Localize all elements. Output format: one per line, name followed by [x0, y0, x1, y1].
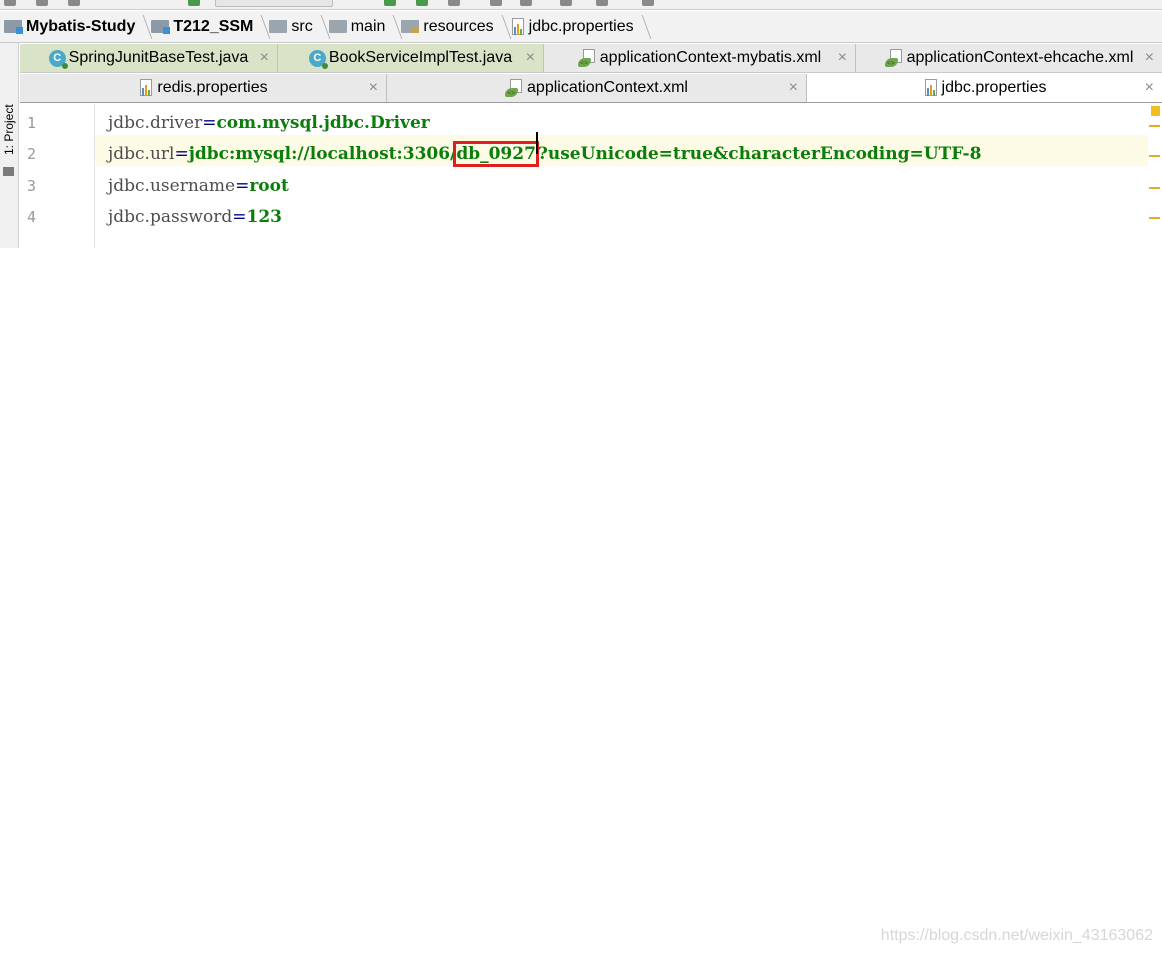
close-icon[interactable]: × [369, 79, 378, 97]
tab-applicationcontext-mybatis[interactable]: <> applicationContext-mybatis.xml × [544, 44, 856, 72]
property-key: jdbc.url [108, 143, 175, 164]
tab-label: applicationContext-mybatis.xml [599, 49, 822, 66]
save-icon[interactable] [642, 0, 654, 6]
highlighted-database-name: db_0927 [453, 140, 539, 167]
line-number: 3 [27, 177, 37, 195]
property-value: root [249, 175, 289, 196]
breadcrumb-label: resources [423, 17, 494, 35]
property-value: 123 [246, 206, 282, 227]
close-icon[interactable]: × [838, 49, 847, 67]
property-key: jdbc.username [108, 175, 236, 196]
warning-marker[interactable] [1149, 187, 1160, 189]
run-config-selector[interactable] [215, 0, 333, 7]
tab-label: BookServiceImplTest.java [328, 49, 513, 66]
breadcrumb-label: jdbc.properties [528, 17, 634, 35]
breadcrumb-item-module[interactable]: T212_SSM [151, 11, 269, 43]
close-icon[interactable]: × [1145, 49, 1154, 67]
resources-folder-icon [401, 20, 420, 33]
tab-label: applicationContext.xml [527, 79, 688, 96]
spring-xml-icon: <> [577, 49, 598, 67]
line-number: 1 [27, 114, 37, 132]
toolbar-icon[interactable] [490, 0, 502, 6]
property-value: ?useUnicode=true&characterEncoding=UTF-8 [537, 143, 982, 164]
properties-file-icon [138, 79, 154, 97]
toolbar-icon[interactable] [36, 0, 48, 6]
warning-marker[interactable] [1149, 155, 1160, 157]
breadcrumb-item-main[interactable]: main [328, 11, 402, 43]
project-folder-icon [3, 167, 14, 176]
toolbar-icon[interactable] [4, 0, 16, 6]
tab-bookserviceimpltest[interactable]: C BookServiceImplTest.java × [278, 44, 544, 72]
breadcrumb-item-resources[interactable]: resources [401, 11, 509, 43]
close-icon[interactable]: × [260, 49, 269, 67]
assign-operator: = [235, 175, 250, 196]
code-line[interactable]: jdbc.url = jdbc:mysql://localhost:3306/db_… [108, 131, 982, 169]
stop-icon[interactable] [448, 0, 460, 6]
watermark: https://blog.csdn.net/weixin_43163062 [880, 927, 1153, 944]
tab-label: SpringJunitBaseTest.java [68, 49, 249, 66]
breadcrumb-label: T212_SSM [173, 17, 254, 35]
java-class-icon: C [308, 49, 328, 69]
breadcrumb-item-src[interactable]: src [269, 11, 328, 43]
tab-jdbc-properties[interactable]: jdbc.properties × [807, 74, 1162, 102]
main-toolbar [0, 0, 1162, 10]
tab-label: applicationContext-ehcache.xml [906, 49, 1134, 66]
folder-icon [328, 20, 347, 33]
debug-icon[interactable] [416, 0, 428, 6]
line-number: 4 [27, 208, 37, 226]
breadcrumb: Mybatis-Study T212_SSM src main resource… [0, 11, 1162, 43]
warning-marker[interactable] [1149, 217, 1160, 219]
tab-label: jdbc.properties [941, 79, 1047, 96]
inspection-status-icon[interactable] [1151, 106, 1160, 116]
toolbar-icon[interactable] [596, 0, 608, 6]
close-icon[interactable]: × [526, 49, 535, 67]
toolbar-icon[interactable] [560, 0, 572, 6]
breadcrumb-label: main [350, 17, 386, 35]
editor-tabs-row-2: redis.properties × <> applicationContext… [20, 74, 1162, 103]
java-class-icon: C [48, 49, 68, 69]
refresh-icon[interactable] [68, 0, 80, 6]
build-icon[interactable] [188, 0, 200, 6]
breadcrumb-item-project[interactable]: Mybatis-Study [4, 11, 151, 43]
tool-window-strip: 1: Project [0, 43, 19, 248]
property-key: jdbc.password [108, 206, 233, 227]
tab-redis-properties[interactable]: redis.properties × [20, 74, 387, 102]
assign-operator: = [232, 206, 247, 227]
close-icon[interactable]: × [1145, 79, 1154, 97]
breadcrumb-label: Mybatis-Study [26, 17, 136, 35]
property-value: jdbc:mysql://localhost:3306/ [188, 143, 457, 164]
project-tool-window-button[interactable]: 1: Project [1, 99, 17, 161]
warning-marker[interactable] [1149, 125, 1160, 127]
folder-icon [269, 20, 288, 33]
breadcrumb-item-file[interactable]: jdbc.properties [510, 11, 650, 43]
property-value: com.mysql.jdbc.Driver [216, 112, 430, 133]
code-editor[interactable]: 1 2 3 4 jdbc.driver = com.mysql.jdbc.Drive… [20, 104, 1162, 248]
code-line[interactable]: jdbc.driver = com.mysql.jdbc.Driver [108, 107, 430, 138]
module-folder-icon [151, 20, 171, 34]
spring-xml-icon: <> [505, 79, 525, 97]
editor-tabs-row-1: C SpringJunitBaseTest.java × C BookServi… [20, 44, 1162, 73]
line-number: 2 [27, 145, 37, 163]
tab-springjunitbasetest[interactable]: C SpringJunitBaseTest.java × [20, 44, 278, 72]
module-folder-icon [4, 20, 23, 34]
assign-operator: = [174, 143, 189, 164]
code-line[interactable]: jdbc.username = root [108, 170, 289, 201]
code-line[interactable]: jdbc.password = 123 [108, 201, 282, 232]
toolbar-icon[interactable] [520, 0, 532, 6]
close-icon[interactable]: × [789, 79, 798, 97]
spring-xml-icon: <> [884, 49, 905, 67]
properties-file-icon [510, 17, 526, 36]
tab-label: redis.properties [157, 79, 268, 96]
assign-operator: = [202, 112, 217, 133]
property-key: jdbc.driver [108, 112, 203, 133]
tab-applicationcontext-ehcache[interactable]: <> applicationContext-ehcache.xml × [856, 44, 1162, 72]
properties-file-icon [923, 79, 939, 97]
error-stripe[interactable] [1148, 104, 1162, 248]
run-icon[interactable] [384, 0, 396, 6]
tab-applicationcontext[interactable]: <> applicationContext.xml × [387, 74, 807, 102]
breadcrumb-label: src [291, 17, 313, 35]
